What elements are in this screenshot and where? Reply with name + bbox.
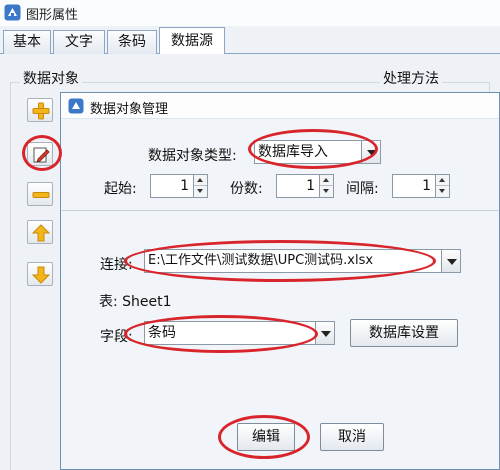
data-object-type-label: 数据对象类型: xyxy=(148,148,237,164)
interval-label: 间隔: xyxy=(346,181,379,197)
connection-label: 连接: xyxy=(100,257,133,273)
move-up-icon xyxy=(32,224,50,242)
edit-button[interactable] xyxy=(27,142,53,166)
field-dropdown-arrow[interactable] xyxy=(315,321,335,345)
spin-down-icon[interactable] xyxy=(436,186,449,197)
move-down-button[interactable] xyxy=(27,262,53,286)
cancel-button[interactable]: 取消 xyxy=(320,423,384,451)
field-select[interactable]: 条码 xyxy=(144,321,316,345)
database-settings-button[interactable]: 数据库设置 xyxy=(350,319,458,347)
copies-label: 份数: xyxy=(230,181,263,197)
interval-spinner[interactable] xyxy=(436,174,450,198)
spin-down-icon[interactable] xyxy=(194,186,207,197)
spin-up-icon[interactable] xyxy=(194,175,207,186)
tab-bar: 基本 文字 条码 数据源 xyxy=(0,26,500,55)
table-name: 表: Sheet1 xyxy=(99,294,172,310)
spin-up-icon[interactable] xyxy=(320,175,333,186)
window-title: 图形属性 xyxy=(26,8,79,23)
copies-spinner[interactable] xyxy=(320,174,334,198)
add-button[interactable] xyxy=(27,98,53,122)
spin-down-icon[interactable] xyxy=(320,186,333,197)
move-up-button[interactable] xyxy=(27,220,53,244)
edit-confirm-button[interactable]: 编辑 xyxy=(237,423,295,451)
processing-method-label: 处理方法 xyxy=(380,68,442,88)
edit-icon xyxy=(33,147,50,163)
field-label: 字段: xyxy=(100,329,133,345)
tab-text[interactable]: 文字 xyxy=(53,30,105,54)
tab-barcode[interactable]: 条码 xyxy=(107,30,157,54)
spin-up-icon[interactable] xyxy=(436,175,449,186)
copies-input[interactable]: 1 xyxy=(276,174,320,198)
dialog-title: 数据对象管理 xyxy=(90,102,169,117)
tab-basic[interactable]: 基本 xyxy=(3,30,51,54)
add-icon xyxy=(32,102,50,120)
tab-datasource[interactable]: 数据源 xyxy=(159,27,225,55)
data-objects-label: 数据对象 xyxy=(20,68,82,88)
start-label: 起始: xyxy=(104,181,137,197)
connection-select[interactable]: E:\工作文件\测试数据\UPC测试码.xlsx xyxy=(144,249,442,273)
interval-input[interactable]: 1 xyxy=(392,174,436,198)
app-icon xyxy=(4,4,21,21)
start-spinner[interactable] xyxy=(194,174,208,198)
remove-button[interactable] xyxy=(27,182,53,206)
dialog-app-icon xyxy=(68,98,84,114)
start-input[interactable]: 1 xyxy=(150,174,194,198)
type-dropdown-arrow[interactable] xyxy=(361,140,381,164)
data-object-type-select[interactable]: 数据库导入 xyxy=(254,140,362,164)
remove-icon xyxy=(32,192,50,198)
connection-dropdown-arrow[interactable] xyxy=(441,249,461,273)
separator xyxy=(61,210,499,211)
move-down-icon xyxy=(32,266,50,284)
